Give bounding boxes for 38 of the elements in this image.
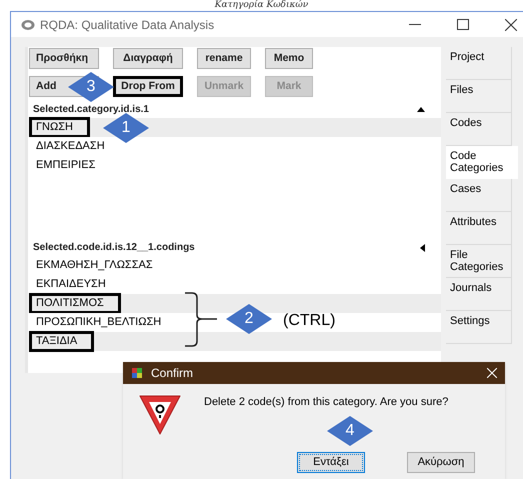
dialog-button[interactable]: Ακύρωση: [407, 452, 475, 473]
bracket-drawing: [184, 292, 218, 347]
dialog-button[interactable]: Εντάξει: [297, 452, 365, 473]
list-header: Selected.code.id.is.12__1.codings: [33, 241, 195, 255]
sort-arrow-icon: [420, 244, 425, 252]
list-item-label: ΕΜΠΕΙΡΙΕΣ: [35, 158, 96, 173]
toolbar-button[interactable]: Διαγραφή: [113, 48, 183, 69]
side-tab[interactable]: Project: [446, 47, 512, 80]
minimize-icon[interactable]: [409, 24, 421, 26]
maximize-icon[interactable]: [457, 19, 469, 30]
app-logo-icon: [131, 367, 143, 379]
toolbar-button[interactable]: Drop From: [113, 76, 183, 97]
list-row[interactable]: ΠΟΛΙΤΙΣΜΟΣ: [29, 294, 441, 313]
app-logo-icon: [21, 18, 35, 30]
window-title: RQDA: Qualitative Data Analysis: [40, 16, 214, 34]
annotation-note: (CTRL): [283, 311, 336, 331]
list-row[interactable]: ΤΑΞΙΔΙΑ: [29, 332, 441, 351]
side-tab[interactable]: Journals: [446, 278, 512, 311]
dialog-title: Confirm: [151, 365, 194, 382]
toolbar-button[interactable]: rename: [197, 48, 251, 69]
list-item-label: ΔΙΑΣΚΕΔΑΣΗ: [35, 139, 106, 154]
list-item-label: ΤΑΞΙΔΙΑ: [29, 331, 94, 352]
dialog-message: Delete 2 code(s) from this category. Are you sure?: [204, 395, 448, 410]
side-tab[interactable]: Codes: [446, 113, 512, 146]
side-tab[interactable]: Files: [446, 80, 512, 113]
side-tab[interactable]: Settings: [446, 311, 512, 344]
caption: Κατηγορία Κωδικών: [214, 0, 308, 11]
toolbar-button[interactable]: Memo: [265, 48, 313, 69]
close-icon[interactable]: [505, 18, 517, 30]
side-tab[interactable]: Code Categories: [446, 146, 518, 179]
side-tab[interactable]: Attributes: [446, 212, 512, 245]
toolbar-button[interactable]: Προσθήκη: [29, 48, 99, 69]
list-item-label: ΠΡΟΣΩΠΙΚΗ_ΒΕΛΤΙΩΣΗ: [35, 315, 162, 330]
sort-arrow-icon: [417, 107, 425, 112]
side-tab[interactable]: Cases: [446, 179, 512, 212]
list-item-label: ΕΚΠΑΙΔΕΥΣΗ: [35, 277, 107, 292]
list-item-label: ΕΚΜΑΘΗΣΗ_ΓΛΩΣΣΑΣ: [35, 258, 154, 273]
side-tab[interactable]: File Categories: [446, 245, 512, 278]
